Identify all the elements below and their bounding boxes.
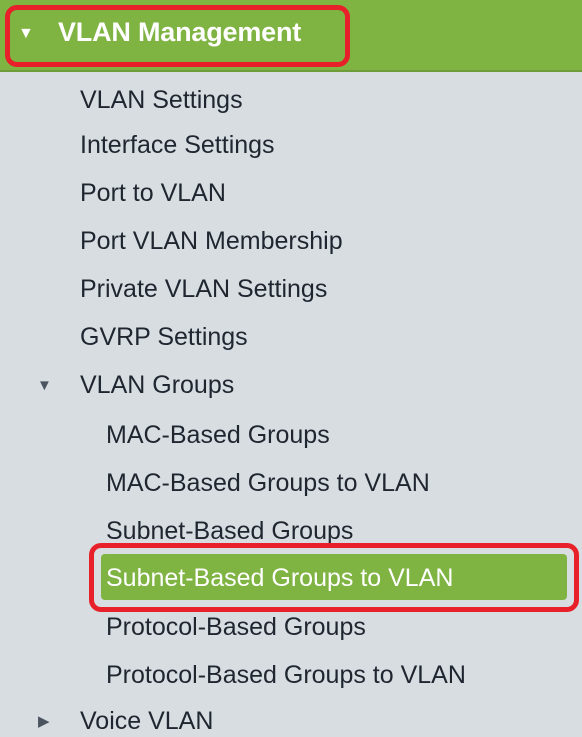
menu-item-gvrp-settings[interactable]: GVRP Settings: [80, 322, 248, 352]
triangle-down-icon[interactable]: ▼: [37, 378, 52, 393]
menu-item-mac-based-groups[interactable]: MAC-Based Groups: [106, 420, 330, 450]
menu-item-port-to-vlan[interactable]: Port to VLAN: [80, 178, 226, 208]
menu-item-vlan-settings[interactable]: VLAN Settings: [80, 85, 243, 115]
menu-item-subnet-based-groups-to-vlan[interactable]: Subnet-Based Groups to VLAN: [106, 563, 453, 593]
menu-item-subnet-based-groups[interactable]: Subnet-Based Groups: [106, 516, 353, 546]
section-title: VLAN Management: [58, 17, 302, 47]
menu-item-interface-settings[interactable]: Interface Settings: [80, 130, 275, 160]
triangle-right-icon[interactable]: ▶: [38, 714, 50, 729]
menu-item-protocol-based-groups[interactable]: Protocol-Based Groups: [106, 612, 366, 642]
menu-item-port-vlan-membership[interactable]: Port VLAN Membership: [80, 226, 343, 256]
menu-item-private-vlan-settings[interactable]: Private VLAN Settings: [80, 274, 327, 304]
menu-item-mac-based-groups-to-vlan[interactable]: MAC-Based Groups to VLAN: [106, 468, 430, 498]
menu-item-protocol-based-groups-to-vlan[interactable]: Protocol-Based Groups to VLAN: [106, 660, 466, 690]
menu-item-vlan-groups[interactable]: VLAN Groups: [80, 370, 234, 400]
menu-item-voice-vlan[interactable]: Voice VLAN: [80, 706, 213, 736]
vlan-management-header[interactable]: ▼ VLAN Management: [0, 0, 582, 72]
expand-arrow-icon: ▼: [18, 25, 34, 42]
